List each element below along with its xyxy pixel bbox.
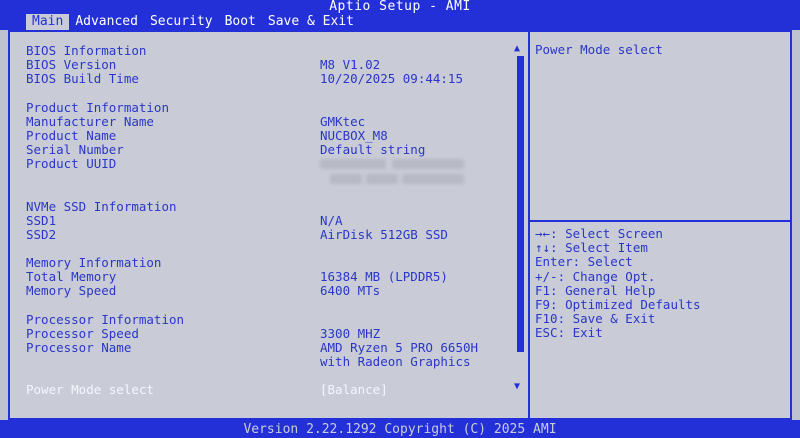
key-help-item: +/-: Change Opt.: [535, 268, 656, 284]
key-help-item: ESC: Exit: [535, 325, 603, 341]
processor-speed-label: Processor Speed: [26, 326, 139, 341]
pane-divider: [528, 30, 530, 420]
bios-screen: Aptio Setup - AMI Main Advanced Security…: [0, 0, 800, 438]
scroll-up-arrow-icon[interactable]: ▲: [514, 44, 520, 54]
bios-version-label: BIOS Version: [26, 57, 117, 72]
ssd2-row: SSD2 AirDisk 512GB SSD: [8, 228, 528, 242]
help-divider: [530, 220, 792, 222]
bios-version-row: BIOS Version M8 V1.02: [8, 58, 528, 72]
bios-build-row: BIOS Build Time 10/20/2025 09:44:15: [8, 72, 528, 86]
footer-text: Version 2.22.1292 Copyright (C) 2025 AMI: [243, 422, 557, 437]
nvme-section: NVMe SSD Information: [8, 200, 528, 214]
bios-build-value: 10/20/2025 09:44:15: [320, 71, 463, 86]
uuid-redacted-1: [320, 159, 386, 169]
bios-info-header: BIOS Information: [26, 43, 147, 58]
uuid-label: Product UUID: [26, 156, 117, 171]
key-help-item: →←: Select Screen: [535, 226, 663, 241]
total-memory-row: Total Memory 16384 MB (LPDDR5): [8, 270, 528, 284]
memory-speed-row: Memory Speed 6400 MTs: [8, 284, 528, 298]
product-name-row: Product Name NUCBOX_M8: [8, 129, 528, 143]
processor-speed-row: Processor Speed 3300 MHZ: [8, 327, 528, 341]
ssd2-label: SSD2: [26, 227, 57, 242]
ssd1-value: N/A: [320, 213, 343, 228]
processor-name-row: Processor Name AMD Ryzen 5 PRO 6650H: [8, 341, 528, 355]
manufacturer-label: Manufacturer Name: [26, 114, 154, 129]
serial-label: Serial Number: [26, 142, 124, 157]
processor-name-value-line2: with Radeon Graphics: [320, 354, 471, 369]
nvme-header: NVMe SSD Information: [26, 199, 177, 214]
manufacturer-value: GMKtec: [320, 114, 366, 129]
memory-header: Memory Information: [26, 255, 162, 270]
tab-advanced[interactable]: Advanced: [69, 14, 144, 30]
processor-speed-value: 3300 MHZ: [320, 326, 381, 341]
key-help-item: F10: Save & Exit: [535, 311, 656, 327]
power-mode-value[interactable]: [Balance]: [320, 383, 388, 397]
memory-section: Memory Information: [8, 256, 528, 270]
product-info-header: Product Information: [26, 100, 169, 115]
window-title: Aptio Setup - AMI: [329, 0, 471, 14]
uuid-redacted-2: [392, 159, 464, 169]
processor-section: Processor Information: [8, 313, 528, 327]
tab-boot[interactable]: Boot: [219, 14, 262, 30]
key-help-item: Enter: Select: [535, 254, 633, 270]
uuid-redacted-5: [402, 174, 464, 184]
serial-value: Default string: [320, 142, 426, 157]
scroll-down-arrow-icon[interactable]: ▼: [514, 382, 520, 392]
key-help-item: F1: General Help: [535, 282, 656, 298]
uuid-redacted-4: [366, 174, 398, 184]
tab-save-exit[interactable]: Save & Exit: [262, 14, 360, 30]
help-description: Power Mode select: [535, 42, 663, 57]
scrollbar-thumb[interactable]: [517, 56, 524, 352]
bios-version-value: M8 V1.02: [320, 57, 381, 72]
uuid-redacted-3: [330, 174, 362, 184]
memory-speed-value: 6400 MTs: [320, 283, 381, 298]
serial-row: Serial Number Default string: [8, 143, 528, 157]
tab-security[interactable]: Security: [144, 14, 219, 30]
total-memory-value: 16384 MB (LPDDR5): [320, 269, 448, 284]
key-help-list: →←: Select Screen ↑↓: Select Item Enter:…: [535, 226, 701, 341]
product-info-section: Product Information: [8, 101, 528, 115]
product-name-value: NUCBOX_M8: [320, 128, 388, 143]
tab-bar: Main Advanced Security Boot Save & Exit: [26, 14, 360, 30]
processor-name-value-line1: AMD Ryzen 5 PRO 6650H: [320, 340, 479, 355]
tab-main[interactable]: Main: [26, 14, 70, 30]
manufacturer-row: Manufacturer Name GMKtec: [8, 115, 528, 129]
memory-speed-label: Memory Speed: [26, 283, 117, 298]
ssd1-label: SSD1: [26, 213, 57, 228]
power-mode-row[interactable]: Power Mode select [Balance]: [8, 383, 488, 397]
info-pane: BIOS Information BIOS Version M8 V1.02 B…: [8, 38, 528, 418]
processor-header: Processor Information: [26, 312, 185, 327]
power-mode-label[interactable]: Power Mode select: [26, 383, 154, 397]
key-help-item: F9: Optimized Defaults: [535, 296, 701, 312]
ssd1-row: SSD1 N/A: [8, 214, 528, 228]
bios-info-section: BIOS Information: [8, 44, 528, 58]
processor-name-row-cont: with Radeon Graphics: [8, 355, 528, 369]
key-help-item: ↑↓: Select Item: [535, 240, 648, 256]
total-memory-label: Total Memory: [26, 269, 117, 284]
product-name-label: Product Name: [26, 128, 117, 143]
processor-name-label: Processor Name: [26, 340, 132, 355]
bios-build-label: BIOS Build Time: [26, 71, 139, 86]
ssd2-value: AirDisk 512GB SSD: [320, 227, 448, 242]
